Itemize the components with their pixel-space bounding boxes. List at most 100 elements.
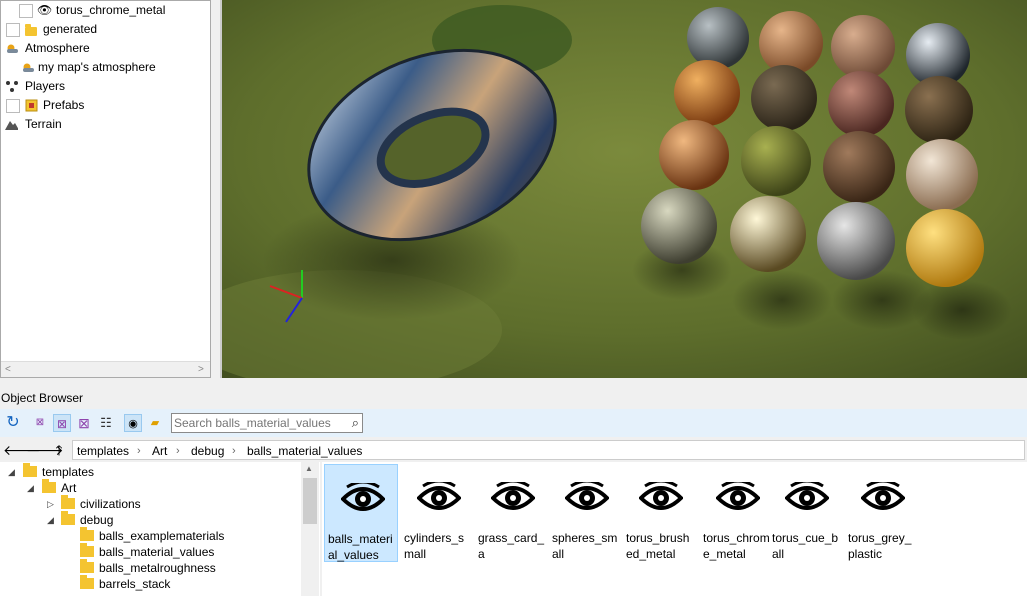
file-item-balls-material-values[interactable]: balls_material_values bbox=[324, 464, 398, 562]
eye-icon bbox=[417, 482, 461, 510]
eye-icon bbox=[565, 482, 609, 510]
prefab-icon bbox=[25, 99, 38, 112]
tree-item-label: Players bbox=[25, 79, 66, 93]
expander-icon[interactable]: ◢ bbox=[47, 512, 54, 528]
folder-icon bbox=[61, 495, 75, 509]
folder-balls-material-values[interactable]: balls_material_values bbox=[0, 543, 300, 560]
tree-item-atmosphere[interactable]: Atmosphere bbox=[1, 39, 210, 58]
tree-item-label: my map's atmosphere bbox=[38, 60, 156, 74]
scrollbar-thumb[interactable] bbox=[303, 478, 317, 524]
eye-icon bbox=[785, 482, 829, 510]
folder-debug[interactable]: ◢ debug bbox=[0, 511, 300, 528]
file-item-torus-brushed-metal[interactable]: torus_brushed_metal bbox=[623, 464, 697, 562]
file-label: balls_material_values bbox=[328, 532, 393, 562]
search-input[interactable] bbox=[174, 415, 342, 431]
breadcrumb-separator-icon: › bbox=[176, 445, 180, 457]
breadcrumb: templates › Art › debug › balls_material… bbox=[72, 440, 1025, 460]
eye-icon bbox=[861, 482, 905, 510]
file-label: spheres_small bbox=[552, 531, 618, 561]
3d-viewport[interactable] bbox=[220, 0, 1027, 378]
folder-icon bbox=[80, 527, 94, 541]
atmosphere-icon bbox=[7, 44, 18, 53]
medium-icons-view-icon[interactable]: ⊠ bbox=[53, 414, 71, 432]
breadcrumb-templates[interactable]: templates bbox=[77, 443, 129, 459]
eye-icon bbox=[341, 483, 385, 511]
vertical-scrollbar[interactable]: ▲ bbox=[301, 462, 319, 596]
small-icons-view-icon[interactable]: ⊠ bbox=[31, 414, 49, 432]
show-actors-icon[interactable]: ◉ bbox=[124, 414, 142, 432]
breadcrumb-art[interactable]: Art bbox=[152, 443, 167, 459]
tree-item-terrain[interactable]: Terrain bbox=[1, 115, 210, 134]
folder-label: civilizations bbox=[80, 497, 141, 511]
scroll-up-icon[interactable]: ▲ bbox=[305, 464, 313, 473]
file-label: torus_brushed_metal bbox=[626, 531, 690, 561]
file-item-grass-card-a[interactable]: grass_card_a bbox=[475, 464, 549, 562]
list-view-icon[interactable]: ☷ bbox=[97, 414, 115, 432]
tree-item-label: Prefabs bbox=[43, 98, 85, 112]
players-icon bbox=[6, 81, 18, 92]
folder-label: barrels_stack bbox=[99, 577, 171, 591]
folder-label: balls_examplematerials bbox=[99, 529, 225, 543]
visibility-checkbox[interactable] bbox=[6, 99, 20, 113]
folder-templates[interactable]: ◢ templates bbox=[0, 463, 300, 480]
file-item-torus-cue-ball[interactable]: torus_cue_ball bbox=[769, 464, 843, 562]
up-arrow-icon[interactable]: 🡑 bbox=[50, 441, 68, 459]
breadcrumb-balls-material-values[interactable]: balls_material_values bbox=[247, 443, 362, 459]
folder-icon bbox=[61, 511, 75, 525]
refresh-icon[interactable]: ↻ bbox=[4, 414, 22, 432]
atmosphere-icon bbox=[23, 63, 34, 72]
show-folders-icon[interactable]: ▰ bbox=[146, 414, 164, 432]
back-arrow-icon[interactable]: 🡐 bbox=[3, 441, 41, 459]
folder-icon bbox=[25, 24, 37, 36]
search-box[interactable]: ⌕ bbox=[171, 413, 363, 433]
eye-icon bbox=[639, 482, 683, 510]
breadcrumb-separator-icon: › bbox=[232, 445, 236, 457]
tree-item-players[interactable]: Players bbox=[1, 77, 210, 96]
file-item-cylinders-small[interactable]: cylinders_small bbox=[401, 464, 475, 562]
folder-art[interactable]: ◢ Art bbox=[0, 479, 300, 496]
visibility-checkbox[interactable] bbox=[6, 23, 20, 37]
expander-icon[interactable]: ◢ bbox=[8, 464, 15, 480]
expander-icon[interactable]: ◢ bbox=[27, 480, 34, 496]
terrain-icon bbox=[5, 121, 18, 130]
file-label: cylinders_small bbox=[404, 531, 465, 561]
forward-arrow-icon[interactable]: 🡒 bbox=[26, 441, 64, 459]
large-icons-view-icon[interactable]: ⊠ bbox=[75, 414, 93, 432]
file-label: torus_grey_plastic bbox=[848, 531, 912, 561]
search-icon[interactable]: ⌕ bbox=[352, 415, 359, 431]
scroll-left-icon[interactable]: < bbox=[5, 362, 11, 377]
folder-label: Art bbox=[61, 481, 77, 495]
folder-label: templates bbox=[42, 465, 95, 479]
scroll-right-icon[interactable]: > bbox=[198, 362, 204, 377]
folder-barrels-stack[interactable]: barrels_stack bbox=[0, 575, 300, 592]
file-item-spheres-small[interactable]: spheres_small bbox=[549, 464, 623, 562]
tree-item-prefabs[interactable]: Prefabs bbox=[1, 96, 210, 115]
object-browser-toolbar: ↻ ⊠ ⊠ ⊠ ☷ ◉ ▰ bbox=[0, 409, 1027, 437]
folder-civilizations[interactable]: ▷ civilizations bbox=[0, 495, 300, 512]
folder-label: balls_material_values bbox=[99, 545, 215, 559]
tree-item-torus-chrome-metal[interactable]: 👁 torus_chrome_metal bbox=[1, 1, 210, 20]
folder-icon bbox=[80, 575, 94, 589]
eye-icon bbox=[716, 482, 760, 510]
eye-icon: 👁 bbox=[37, 3, 53, 17]
folder-tree: ◢ templates ◢ Art ▷ civilizations ◢ debu… bbox=[0, 462, 320, 596]
file-item-torus-chrome-metal[interactable]: torus_chrome_metal bbox=[700, 464, 774, 562]
folder-balls-examplematerials[interactable]: balls_examplematerials bbox=[0, 527, 300, 544]
tree-item-label: generated bbox=[43, 22, 98, 36]
file-grid: balls_material_values cylinders_small gr… bbox=[322, 462, 1027, 596]
tree-item-my-map-atmosphere[interactable]: my map's atmosphere bbox=[1, 58, 210, 77]
expander-icon[interactable]: ▷ bbox=[47, 496, 54, 512]
folder-balls-metalroughness[interactable]: balls_metalroughness bbox=[0, 559, 300, 576]
tree-item-label: torus_chrome_metal bbox=[56, 3, 166, 17]
tree-item-label: Terrain bbox=[25, 117, 62, 131]
file-item-torus-grey-plastic[interactable]: torus_grey_plastic bbox=[845, 464, 919, 562]
file-label: grass_card_a bbox=[478, 531, 545, 561]
folder-label: debug bbox=[80, 513, 114, 527]
breadcrumb-debug[interactable]: debug bbox=[191, 443, 224, 459]
folder-icon bbox=[42, 479, 56, 493]
visibility-checkbox[interactable] bbox=[19, 4, 33, 18]
tree-item-generated[interactable]: generated bbox=[1, 20, 210, 39]
horizontal-scrollbar[interactable]: < > bbox=[1, 361, 210, 377]
folder-icon bbox=[23, 463, 37, 477]
eye-icon bbox=[491, 482, 535, 510]
